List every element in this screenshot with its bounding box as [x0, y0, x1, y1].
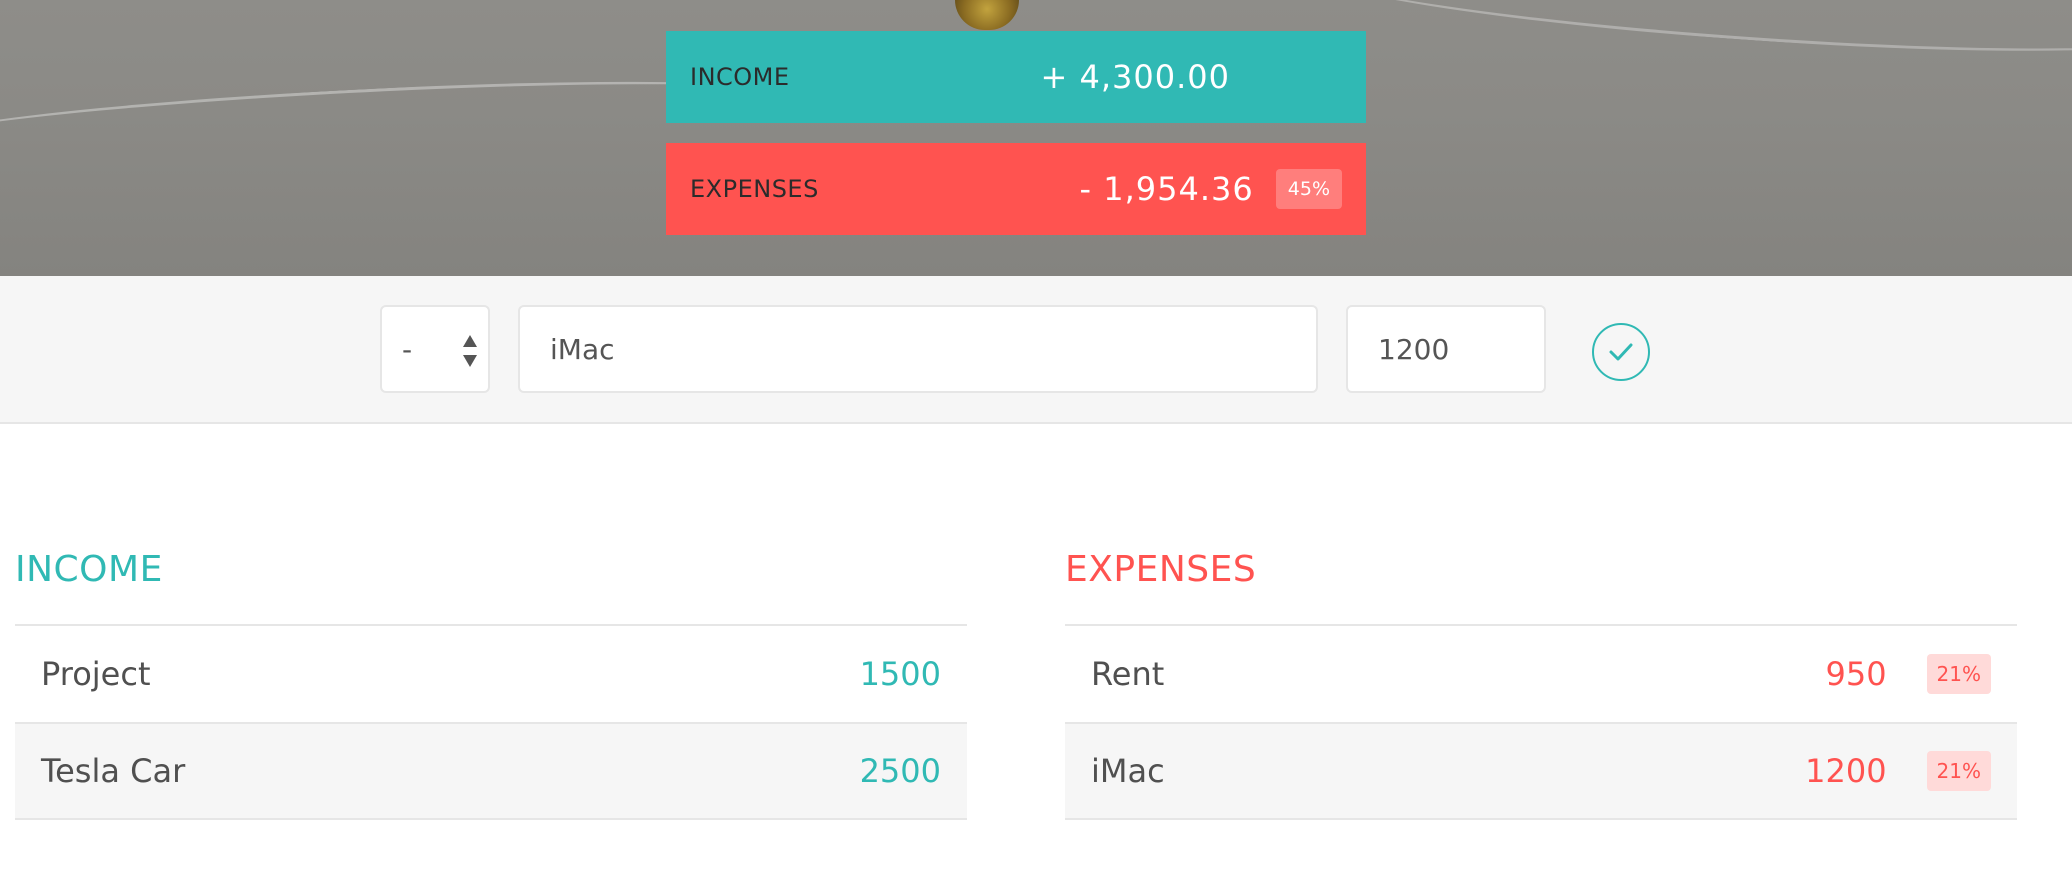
header-hero: INCOME + 4,300.00 EXPENSES - 1,954.36 45…: [0, 0, 2072, 276]
budget-income-row: INCOME + 4,300.00: [666, 31, 1366, 123]
type-select-value: -: [402, 332, 413, 366]
budget-expenses-label: EXPENSES: [690, 175, 819, 203]
income-item[interactable]: Project 1500: [15, 624, 967, 722]
expenses-list-title: EXPENSES: [1065, 549, 1257, 590]
expense-item-value: 950: [1825, 655, 1887, 693]
income-item-description: Tesla Car: [41, 752, 186, 790]
expense-item-description: iMac: [1091, 752, 1165, 790]
budget-expenses-value: - 1,954.36: [1079, 170, 1254, 208]
income-item-value: 2500: [859, 752, 941, 790]
submit-button[interactable]: [1592, 323, 1650, 381]
budget-expenses-row: EXPENSES - 1,954.36 45%: [666, 143, 1366, 235]
expense-item-value: 1200: [1805, 752, 1887, 790]
budget-expenses-percentage: 45%: [1275, 169, 1342, 209]
budget-income-value: + 4,300.00: [1040, 58, 1230, 96]
expenses-list: EXPENSES Rent 950 21% iMac 1200 21%: [1065, 540, 2017, 820]
expense-item[interactable]: Rent 950 21%: [1065, 624, 2017, 722]
expense-item-percentage: 21%: [1926, 654, 1991, 694]
background-wave: [1298, 0, 2072, 72]
expense-item[interactable]: iMac 1200 21%: [1065, 722, 2017, 820]
income-list-title: INCOME: [15, 549, 163, 590]
check-icon: [1609, 343, 1633, 361]
amount-input[interactable]: [1346, 305, 1546, 393]
description-input[interactable]: [518, 305, 1318, 393]
expense-item-percentage: 21%: [1926, 751, 1991, 791]
income-item-value: 1500: [859, 655, 941, 693]
income-item[interactable]: Tesla Car 2500: [15, 722, 967, 820]
expense-item-description: Rent: [1091, 655, 1165, 693]
pineapple-image: [955, 0, 1019, 30]
up-down-arrows-icon: [463, 335, 477, 367]
income-list: INCOME Project 1500 Tesla Car 2500: [15, 540, 967, 820]
type-select[interactable]: -: [380, 305, 490, 393]
income-item-description: Project: [41, 655, 151, 693]
budget-income-label: INCOME: [690, 63, 790, 91]
add-item-bar: -: [0, 276, 2072, 424]
